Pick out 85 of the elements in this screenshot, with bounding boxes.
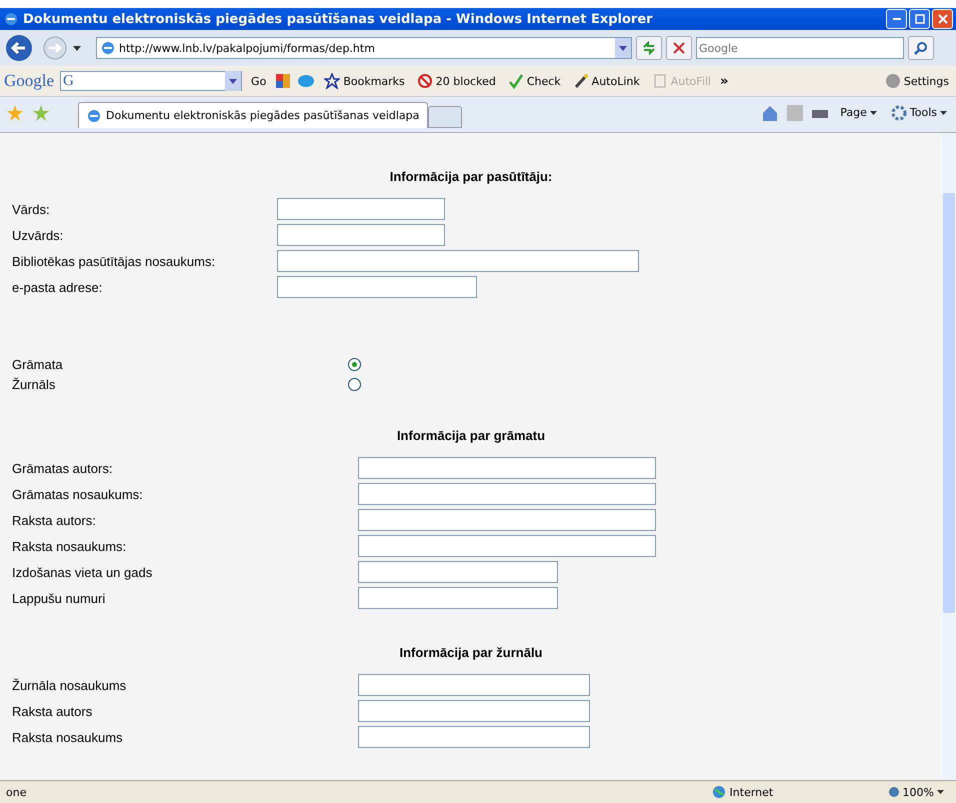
wand-icon (572, 73, 589, 89)
caret-icon (937, 790, 944, 794)
dropdown-arrow-icon[interactable] (72, 44, 82, 52)
security-zone: Internet (712, 785, 862, 799)
text-field[interactable] (277, 276, 477, 298)
go-button[interactable]: Go (248, 74, 270, 88)
text-field[interactable] (277, 250, 639, 272)
scrollbar[interactable] (942, 133, 956, 780)
google-logo: Google (4, 71, 54, 91)
home-icon[interactable] (761, 104, 780, 122)
close-icon (673, 42, 685, 54)
text-field[interactable] (358, 587, 558, 609)
toolbar-button[interactable]: AutoLink (570, 72, 643, 90)
text-field[interactable] (277, 198, 445, 220)
scrollbar-thumb[interactable] (943, 193, 955, 613)
google-g-logo: G (62, 72, 74, 90)
section-heading: Informācija par žurnālu (398, 645, 544, 660)
field-label: Grāmatas nosaukums: (12, 486, 144, 502)
field-label: Uzvārds: (12, 228, 64, 242)
zoom-button[interactable]: 100% (882, 784, 950, 800)
field-label: Žurnāla nosaukums (12, 678, 128, 692)
stop-button[interactable] (666, 36, 692, 60)
blocked-icon (416, 73, 433, 89)
field-label: Vārds: (12, 202, 51, 216)
text-field[interactable] (358, 535, 656, 557)
caret-icon (870, 110, 877, 114)
refresh-icon (642, 41, 656, 55)
radio-button[interactable] (348, 378, 361, 390)
toolbar-button[interactable]: 20 blocked (414, 72, 499, 90)
dropdown-button[interactable] (615, 38, 631, 58)
field-label: Izdošanas vieta un gads (12, 564, 154, 580)
section-heading: Informācija par grāmatu (396, 428, 546, 443)
section-heading: Informācija par pasūtītāju: (388, 169, 554, 184)
settings-button[interactable]: Settings (882, 72, 952, 90)
caret-icon (229, 78, 238, 84)
radio-label: Žurnāls (12, 376, 56, 392)
status-text: one (6, 786, 26, 798)
maximize-button[interactable] (909, 9, 930, 29)
text-field[interactable] (358, 726, 590, 748)
address-field[interactable]: http://www.lnb.lv/pakalpojumi/formas/dep.htm (96, 37, 632, 59)
caret-icon (940, 110, 947, 114)
new-tab-button[interactable] (428, 106, 462, 128)
field-label: Raksta nosaukums (12, 730, 124, 744)
toolbar-button[interactable]: Check (504, 72, 564, 90)
field-label: Lappušu numuri (12, 590, 106, 606)
form-icon (652, 73, 668, 89)
page-menu-button[interactable]: Page (837, 105, 880, 120)
favorites-star-icon[interactable] (6, 104, 24, 122)
toolbar-button[interactable]: Bookmarks (321, 72, 408, 90)
dropdown-button[interactable] (225, 71, 242, 91)
field-label: Raksta autors (12, 704, 94, 718)
radio-button[interactable] (348, 358, 361, 370)
text-field[interactable] (358, 700, 590, 722)
text-field[interactable] (277, 224, 445, 246)
close-icon (938, 14, 948, 24)
maximize-icon (914, 14, 924, 24)
text-field[interactable] (358, 483, 656, 505)
minimize-button[interactable] (886, 9, 907, 29)
more-chevron[interactable]: » (720, 74, 728, 88)
circle-icon (884, 73, 901, 89)
field-label: Raksta nosaukums: (12, 538, 128, 554)
field-label: e-pasta adrese: (12, 280, 104, 294)
search-field[interactable]: Google (696, 37, 904, 59)
browser-tab[interactable]: Dokumentu elektroniskās piegādes pasūtīšanas veidlapa (78, 102, 428, 128)
field-label: Grāmatas autors: (12, 460, 114, 476)
field-label: Bibliotēkas pasūtītājas nosaukums: (12, 254, 216, 268)
search-button[interactable] (908, 36, 934, 60)
refresh-button[interactable] (636, 36, 662, 60)
minimize-icon (892, 18, 900, 20)
text-field[interactable] (358, 674, 590, 696)
close-button[interactable] (932, 9, 953, 29)
text-field[interactable] (358, 561, 558, 583)
search-icon (914, 41, 928, 55)
field-label: Raksta autors: (12, 512, 97, 528)
star-icon (324, 73, 340, 89)
text-field[interactable] (358, 457, 656, 479)
caret-icon (619, 46, 627, 50)
globe-icon (712, 785, 726, 799)
text-field[interactable] (358, 509, 656, 531)
spellcheck-icon (508, 73, 524, 89)
add-favorite-icon[interactable] (32, 104, 50, 122)
google-search-field[interactable]: G (60, 71, 242, 91)
window-title: Dokumentu elektroniskās piegādes pasūtīšanas veidlapa - Windows Internet Explorer (23, 12, 654, 26)
tools-menu-button[interactable]: Tools (888, 104, 950, 122)
radio-label: Grāmata (12, 356, 64, 372)
